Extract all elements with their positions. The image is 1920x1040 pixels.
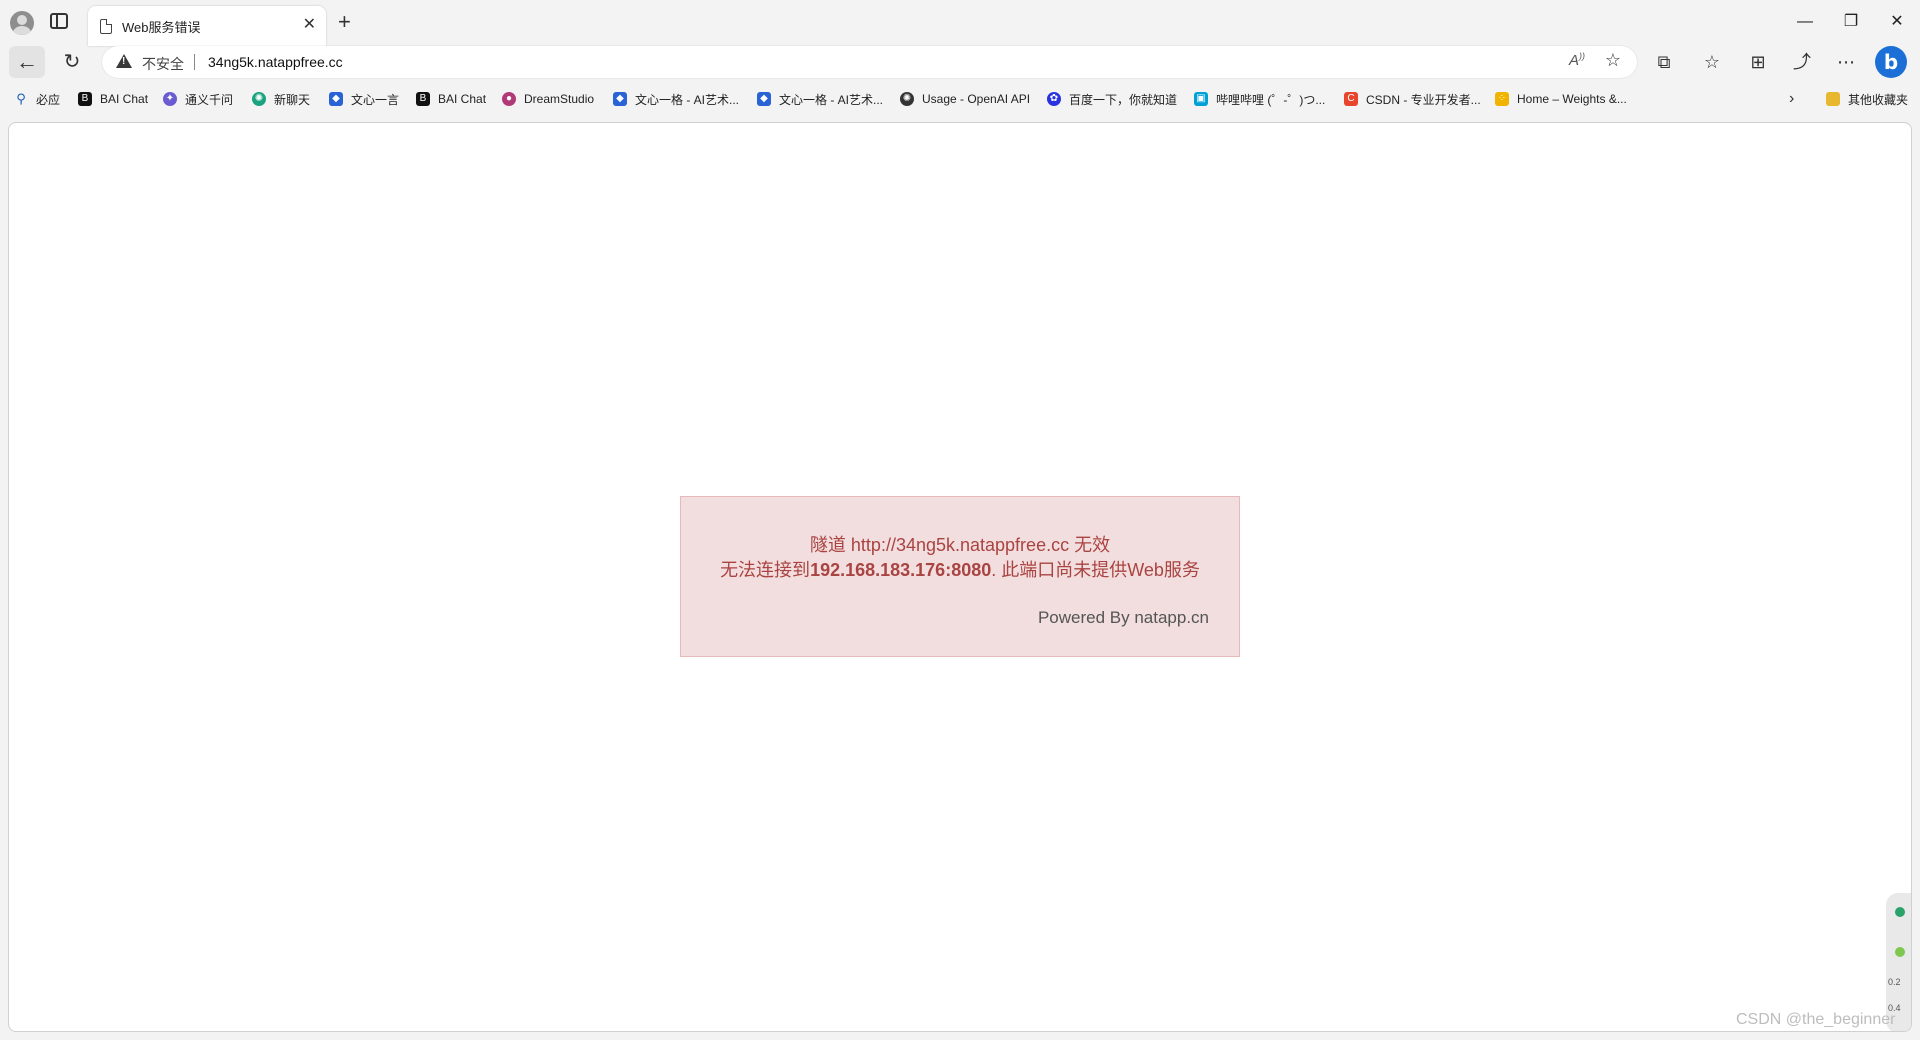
bookmark-label: 哔哩哔哩 (゜-゜)つ... bbox=[1216, 92, 1326, 107]
status-dot-icon bbox=[1895, 947, 1905, 957]
status-dot-icon bbox=[1895, 907, 1905, 917]
bookmark-label: DreamStudio bbox=[524, 92, 595, 106]
openai-icon: ✺ bbox=[900, 92, 914, 106]
bookmark-item[interactable]: B BAI Chat bbox=[78, 88, 148, 110]
minimize-button[interactable]: — bbox=[1782, 6, 1828, 38]
other-favorites-label: 其他收藏夹 bbox=[1848, 92, 1909, 107]
bookmark-item[interactable]: ✦ 通义千问 bbox=[163, 88, 233, 110]
extensions-icon[interactable]: ⧉ bbox=[1646, 46, 1682, 78]
new-tab-button[interactable]: + bbox=[338, 8, 351, 36]
tab-strip: Web服务错误 ✕ + — ❐ ✕ bbox=[0, 0, 1920, 46]
add-favorite-icon[interactable]: ☆ bbox=[1605, 50, 1621, 71]
bookmark-label: Usage - OpenAI API bbox=[922, 92, 1031, 106]
bookmark-label: BAI Chat bbox=[438, 92, 487, 106]
bing-copilot-icon[interactable]: b bbox=[1875, 46, 1907, 78]
address-bar[interactable]: 不安全 34ng5k.natappfree.cc A)) ☆ bbox=[102, 46, 1637, 78]
wenxin-yige-icon: ◆ bbox=[757, 92, 771, 106]
wenxin-icon: ◆ bbox=[329, 92, 343, 106]
bookmark-item[interactable]: ● DreamStudio bbox=[502, 88, 594, 110]
bookmark-label: 必应 bbox=[36, 92, 61, 107]
bookmark-item[interactable]: ◆ 文心一格 - AI艺术... bbox=[757, 88, 883, 110]
other-favorites[interactable]: 其他收藏夹 bbox=[1826, 88, 1908, 110]
share-icon[interactable]: ⤴ bbox=[1784, 46, 1820, 78]
separator bbox=[194, 54, 195, 70]
bookmark-label: 通义千问 bbox=[185, 92, 234, 107]
bookmark-label: 文心一言 bbox=[351, 92, 400, 107]
security-label[interactable]: 不安全 bbox=[142, 54, 184, 74]
page-icon bbox=[100, 19, 112, 34]
bookmark-item[interactable]: ⚲ 必应 bbox=[14, 88, 60, 110]
watermark: CSDN @the_beginner bbox=[1736, 1011, 1896, 1028]
error-line-tunnel: 隧道 http://34ng5k.natappfree.cc 无效 bbox=[809, 535, 1111, 555]
bookmark-label: 文心一格 - AI艺术... bbox=[779, 92, 884, 107]
error-address: 192.168.183.176:8080 bbox=[810, 560, 992, 580]
bookmarks-bar: ⚲ 必应 B BAI Chat ✦ 通义千问 ✺ 新聊天 ◆ 文心一言 B BA… bbox=[0, 88, 1920, 110]
close-window-button[interactable]: ✕ bbox=[1874, 6, 1920, 38]
bookmark-label: BAI Chat bbox=[100, 92, 149, 106]
collections-icon[interactable]: ⊞ bbox=[1740, 46, 1776, 78]
profile-icon[interactable] bbox=[10, 11, 34, 35]
read-aloud-icon[interactable]: A)) bbox=[1569, 51, 1585, 69]
restore-button[interactable]: ❐ bbox=[1828, 6, 1874, 38]
favorites-icon[interactable]: ☆ bbox=[1694, 46, 1730, 78]
more-options-icon[interactable]: ⋯ bbox=[1828, 46, 1864, 78]
widget-value: 0.2 bbox=[1888, 977, 1901, 987]
bookmark-label: 文心一格 - AI艺术... bbox=[635, 92, 740, 107]
bookmark-label: Home – Weights &... bbox=[1517, 92, 1627, 106]
tongyi-icon: ✦ bbox=[163, 92, 177, 106]
close-tab-icon[interactable]: ✕ bbox=[303, 14, 316, 36]
url-text[interactable]: 34ng5k.natappfree.cc bbox=[208, 54, 343, 70]
error-prefix: 无法连接到 bbox=[720, 560, 811, 580]
wandb-icon: ⁘ bbox=[1495, 92, 1509, 106]
baidu-icon: ✿ bbox=[1047, 92, 1061, 106]
chevron-right-icon[interactable]: › bbox=[1789, 88, 1794, 110]
error-suffix: . 此端口尚未提供Web服务 bbox=[991, 560, 1200, 580]
search-icon: ⚲ bbox=[16, 91, 26, 106]
bai-chat-icon: B bbox=[416, 92, 430, 106]
tab-actions-icon[interactable] bbox=[50, 13, 68, 29]
bookmark-item[interactable]: ⁘ Home – Weights &... bbox=[1495, 88, 1627, 110]
powered-by: Powered By natapp.cn bbox=[1037, 608, 1209, 627]
dreamstudio-icon: ● bbox=[502, 92, 516, 106]
warning-icon[interactable] bbox=[116, 54, 132, 68]
bookmark-item[interactable]: ◆ 文心一格 - AI艺术... bbox=[613, 88, 739, 110]
bookmark-item[interactable]: C CSDN - 专业开发者... bbox=[1344, 88, 1481, 110]
reload-button[interactable]: ↻ bbox=[54, 46, 90, 78]
tab-title: Web服务错误 bbox=[122, 20, 201, 35]
bookmark-label: CSDN - 专业开发者... bbox=[1366, 92, 1481, 107]
csdn-icon: C bbox=[1344, 92, 1358, 106]
bai-chat-icon: B bbox=[78, 92, 92, 106]
bookmark-label: 百度一下，你就知道 bbox=[1069, 92, 1178, 107]
wenxin-yige-icon: ◆ bbox=[613, 92, 627, 106]
bookmark-label: 新聊天 bbox=[274, 92, 311, 107]
toolbar: ← ↻ 不安全 34ng5k.natappfree.cc A)) ☆ ⧉ ☆ ⊞… bbox=[0, 46, 1920, 78]
back-button[interactable]: ← bbox=[9, 46, 45, 78]
bookmark-item[interactable]: B BAI Chat bbox=[416, 88, 486, 110]
bookmark-item[interactable]: ✿ 百度一下，你就知道 bbox=[1047, 88, 1177, 110]
openai-icon: ✺ bbox=[252, 92, 266, 106]
bookmark-item[interactable]: ✺ Usage - OpenAI API bbox=[900, 88, 1030, 110]
bilibili-icon: ▣ bbox=[1194, 92, 1208, 106]
tab-active[interactable]: Web服务错误 ✕ bbox=[88, 6, 326, 46]
error-line-connect: 无法连接到192.168.183.176:8080. 此端口尚未提供Web服务 bbox=[681, 556, 1239, 582]
bookmark-item[interactable]: ✺ 新聊天 bbox=[252, 88, 310, 110]
page-content: 隧道 http://34ng5k.natappfree.cc 无效 无法连接到1… bbox=[8, 122, 1912, 1032]
folder-icon bbox=[1826, 92, 1840, 106]
error-box: 隧道 http://34ng5k.natappfree.cc 无效 无法连接到1… bbox=[680, 496, 1240, 657]
bookmark-item[interactable]: ▣ 哔哩哔哩 (゜-゜)つ... bbox=[1194, 88, 1325, 110]
bookmark-item[interactable]: ◆ 文心一言 bbox=[329, 88, 399, 110]
